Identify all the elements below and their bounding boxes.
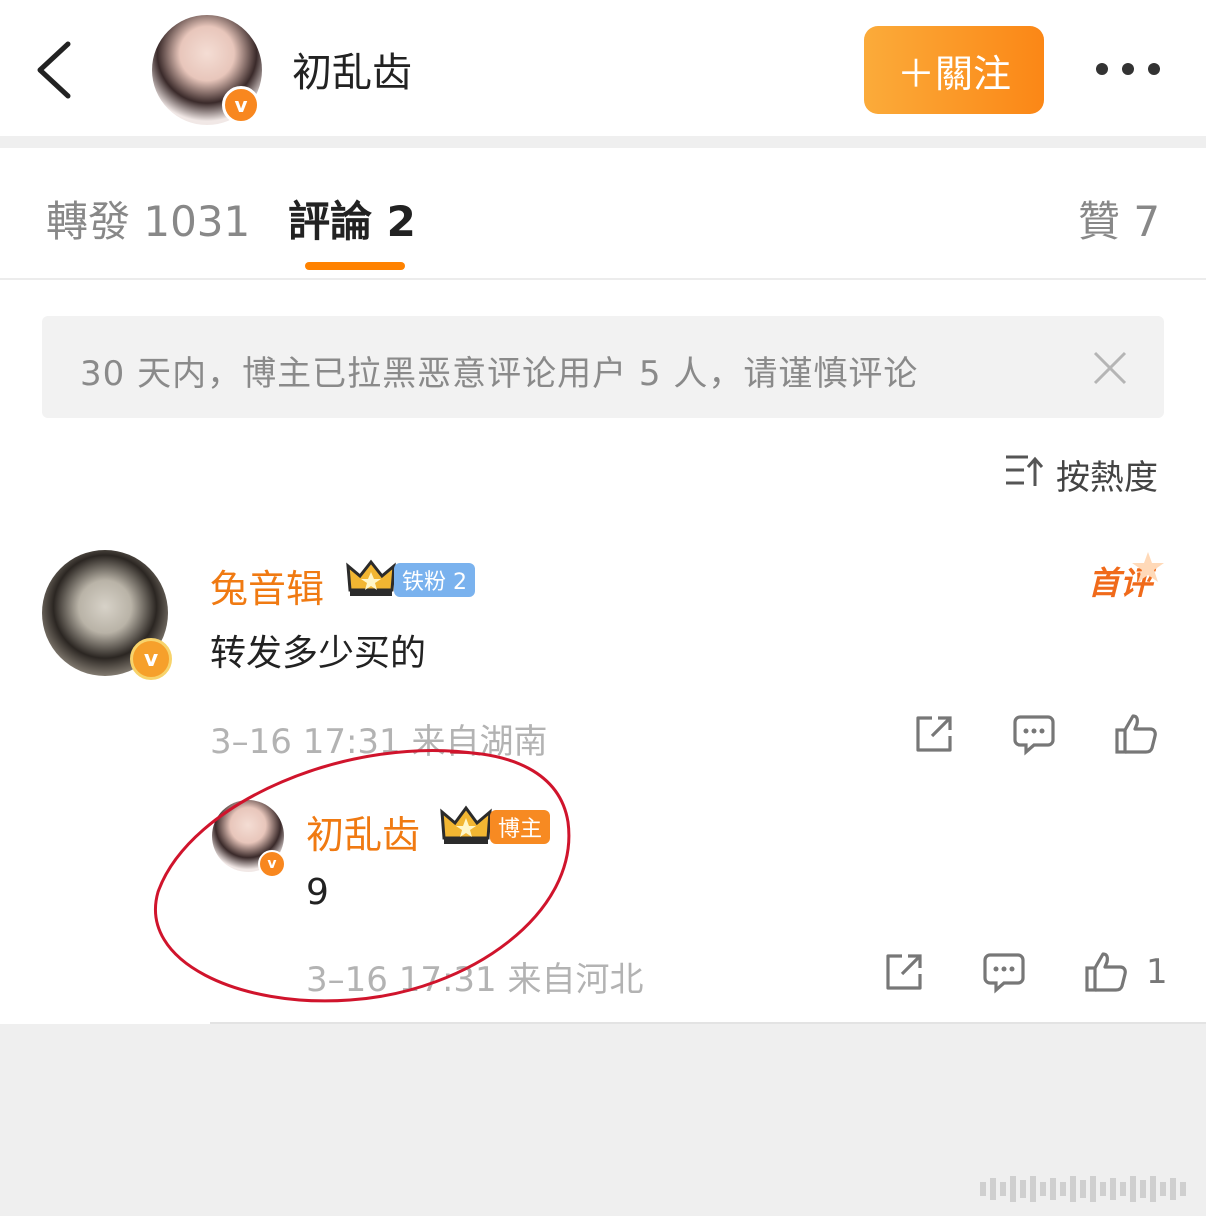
like-icon[interactable]	[1084, 950, 1128, 994]
star-icon	[1132, 552, 1164, 582]
divider	[0, 136, 1206, 148]
active-tab-indicator	[305, 262, 405, 270]
reply-icon[interactable]	[1012, 712, 1056, 756]
reply-icon[interactable]	[982, 950, 1026, 994]
tab-likes[interactable]: 贊 7	[1078, 188, 1160, 249]
sort-label[interactable]: 按熱度	[1056, 450, 1158, 499]
verified-badge-icon: v	[222, 86, 260, 124]
comment-text: 转发多少买的	[210, 633, 427, 674]
sort-icon[interactable]	[1004, 452, 1044, 488]
verified-badge-icon: v	[130, 638, 172, 680]
annotation-circle	[154, 749, 571, 1003]
tab-reposts[interactable]: 轉發 1031	[46, 188, 250, 249]
like-count: 1	[1146, 952, 1168, 992]
comment-author[interactable]: 兔音辑	[210, 558, 324, 613]
more-options-icon[interactable]	[1096, 58, 1166, 80]
follow-button[interactable]: ＋關注	[864, 26, 1044, 114]
close-icon[interactable]	[1092, 350, 1128, 386]
like-icon[interactable]	[1114, 712, 1158, 756]
share-icon[interactable]	[882, 950, 926, 994]
back-arrow-icon[interactable]	[30, 38, 80, 102]
crown-icon	[346, 559, 396, 596]
divider	[0, 278, 1206, 280]
tab-comments[interactable]: 評論 2	[288, 188, 416, 249]
page-title: 初乱齿	[292, 50, 412, 96]
watermark-icon	[980, 1176, 1186, 1202]
share-icon[interactable]	[912, 712, 956, 756]
fan-level-badge: 铁粉 2	[394, 563, 475, 597]
notice-text: 30 天内，博主已拉黑恶意评论用户 5 人，请谨慎评论	[80, 354, 919, 394]
